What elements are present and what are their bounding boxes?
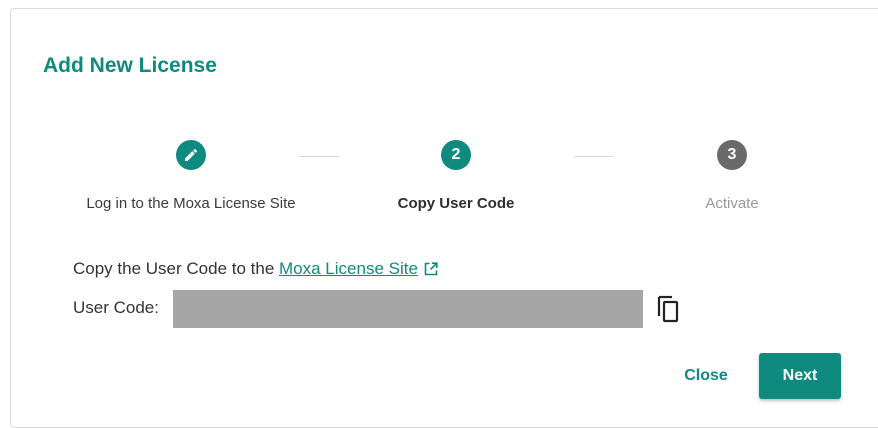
pencil-icon <box>185 148 198 161</box>
step-copy-code: 2 Copy User Code <box>336 140 576 214</box>
step-1-label: Log in to the Moxa License Site <box>86 195 296 212</box>
step-activate: 3 Activate <box>612 140 852 214</box>
step-connector-1 <box>299 156 339 157</box>
instruction-prefix: Copy the User Code to the <box>73 259 275 278</box>
external-link-icon[interactable] <box>424 260 438 282</box>
step-3-indicator: 3 <box>717 140 747 170</box>
step-2-label: Copy User Code <box>397 195 515 212</box>
step-2-indicator: 2 <box>441 140 471 170</box>
add-license-dialog: Add New License Log in to the Moxa Licen… <box>10 8 878 428</box>
next-button[interactable]: Next <box>759 353 841 399</box>
step-1-indicator <box>176 140 206 170</box>
copy-icon[interactable] <box>656 294 682 324</box>
step-3-label: Activate <box>705 195 759 212</box>
user-code-field[interactable] <box>173 290 643 328</box>
user-code-label: User Code: <box>73 298 159 317</box>
dialog-title: Add New License <box>43 54 217 77</box>
moxa-license-site-link[interactable]: Moxa License Site <box>279 259 418 278</box>
step-connector-2 <box>574 156 614 157</box>
instruction-text: Copy the User Code to the Moxa License S… <box>73 258 438 282</box>
close-button[interactable]: Close <box>675 363 737 389</box>
step-login: Log in to the Moxa License Site <box>71 140 311 214</box>
